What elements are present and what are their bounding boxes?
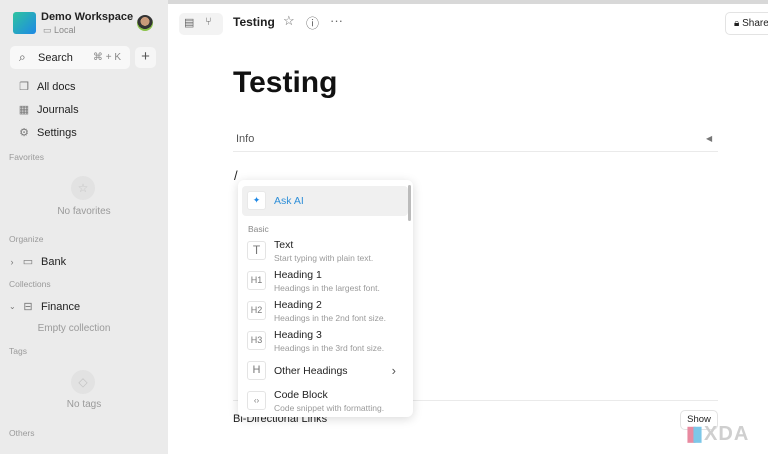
menu-item-title: Ask AI [274, 195, 304, 207]
section-others[interactable]: Others [9, 428, 35, 438]
editor: ▤ ⑂ Testing ☆ ⓘ ··· 🔒︎ Share Testing Inf… [168, 0, 768, 454]
menu-item-text[interactable]: T Text Start typing with plain text. [242, 236, 408, 266]
location-label: Local [54, 25, 76, 35]
menu-item-title: Code Block [274, 389, 328, 401]
slash-menu: ✦ Ask AI Basic T Text Start typing with pl… [238, 180, 413, 417]
workspace-logo[interactable] [13, 12, 36, 34]
menu-item-desc: Headings in the 2nd font size. [274, 313, 386, 323]
code-icon: ‹› [247, 391, 266, 410]
folder-item-bank[interactable]: › ▭ Bank [9, 255, 67, 269]
section-favorites[interactable]: Favorites [9, 152, 44, 162]
search-button[interactable]: ⌕ Search ⌘ + K [10, 46, 130, 69]
menu-item-heading-3[interactable]: H3 Heading 3 Headings in the 3rd font size… [242, 326, 408, 356]
folder-icon: ▭ [22, 256, 34, 268]
menu-item-title: Heading 3 [274, 329, 322, 341]
avatar[interactable] [137, 15, 153, 31]
text-icon: T [247, 241, 266, 260]
star-icon: ☆ [71, 176, 95, 200]
no-tags-text: No tags [66, 399, 102, 410]
section-tags[interactable]: Tags [9, 346, 27, 356]
menu-item-desc: Headings in the 3rd font size. [274, 343, 385, 353]
gear-icon: ⚙ [19, 127, 29, 139]
xda-watermark-logo: ▮▮XDA [686, 423, 750, 445]
menu-group-label: Basic [248, 224, 269, 234]
sidebar: Demo Workspace ▭ Local ⌕ Search ⌘ + K + … [0, 0, 168, 454]
collapse-arrow-icon[interactable]: ◀ [706, 134, 712, 143]
sidebar-item-all-docs[interactable]: ❐ All docs [18, 80, 76, 94]
menu-item-heading-1[interactable]: H1 Heading 1 Headings in the largest font. [242, 266, 408, 296]
monitor-icon: ▭ [43, 25, 55, 35]
page-mode-icon[interactable]: ▤ [184, 16, 194, 29]
menu-item-title: Heading 2 [274, 299, 322, 311]
share-button[interactable]: 🔒︎ Share [725, 12, 768, 35]
editor-text[interactable]: / [234, 168, 238, 183]
view-toggle: ▤ ⑂ [179, 13, 223, 35]
docs-icon: ❐ [19, 81, 29, 93]
section-organize[interactable]: Organize [9, 234, 44, 244]
folder-label: Bank [41, 255, 67, 268]
heading-3-icon: H3 [247, 331, 266, 350]
search-icon: ⌕ [19, 50, 26, 64]
search-shortcut: ⌘ + K [92, 52, 121, 63]
sidebar-item-settings[interactable]: ⚙ Settings [18, 126, 77, 140]
heading-2-icon: H2 [247, 301, 266, 320]
menu-item-title: Text [274, 239, 294, 251]
heading-icon: H [247, 361, 266, 380]
info-toggle[interactable]: Info [236, 133, 254, 145]
scrollbar[interactable] [408, 185, 411, 221]
no-favorites-text: No favorites [57, 206, 111, 217]
page-title[interactable]: Testing [233, 66, 337, 100]
collection-item-finance[interactable]: ⌄ ⊟ Finance [9, 300, 81, 314]
share-label: Share [742, 18, 768, 29]
nav-label: All docs [37, 80, 76, 93]
nav-label: Settings [37, 126, 77, 139]
menu-item-other-headings[interactable]: H Other Headings › [242, 356, 408, 386]
search-label: Search [38, 52, 73, 64]
menu-item-desc: Start typing with plain text. [274, 253, 374, 263]
menu-item-desc: Code snippet with formatting. [274, 403, 385, 413]
sparkle-icon: ✦ [247, 191, 266, 210]
menu-item-ask-ai[interactable]: ✦ Ask AI [242, 186, 408, 216]
calendar-icon: ▦ [18, 104, 30, 116]
menu-item-title: Heading 1 [274, 269, 322, 281]
section-collections[interactable]: Collections [9, 279, 51, 289]
more-icon[interactable]: ··· [330, 13, 343, 28]
lock-icon: 🔒︎ [734, 18, 743, 29]
new-doc-button[interactable]: + [135, 47, 156, 68]
edgeless-mode-icon[interactable]: ⑂ [205, 16, 212, 28]
chevron-down-icon: ⌄ [9, 302, 16, 311]
menu-item-heading-2[interactable]: H2 Heading 2 Headings in the 2nd font size… [242, 296, 408, 326]
menu-item-code-block[interactable]: ‹› Code Block Code snippet with formatting… [242, 386, 408, 416]
menu-item-desc: Headings in the largest font. [274, 283, 380, 293]
info-icon[interactable]: ⓘ [306, 13, 319, 32]
workspace-location: ▭ Local [43, 25, 76, 36]
chevron-right-icon: › [391, 363, 396, 378]
menu-item-title: Other Headings [274, 365, 348, 377]
collection-icon: ⊟ [23, 301, 33, 313]
workspace-name[interactable]: Demo Workspace [41, 11, 133, 23]
divider [233, 151, 718, 152]
star-icon[interactable]: ☆ [283, 13, 295, 29]
nav-label: Journals [37, 103, 79, 116]
chevron-right-icon: › [10, 256, 14, 267]
sidebar-item-journals[interactable]: ▦ Journals [18, 103, 79, 117]
heading-1-icon: H1 [247, 271, 266, 290]
header-title[interactable]: Testing [233, 15, 275, 29]
collection-label: Finance [41, 300, 81, 313]
empty-collection-text: Empty collection [37, 323, 111, 334]
tag-icon: ◇ [71, 370, 95, 394]
